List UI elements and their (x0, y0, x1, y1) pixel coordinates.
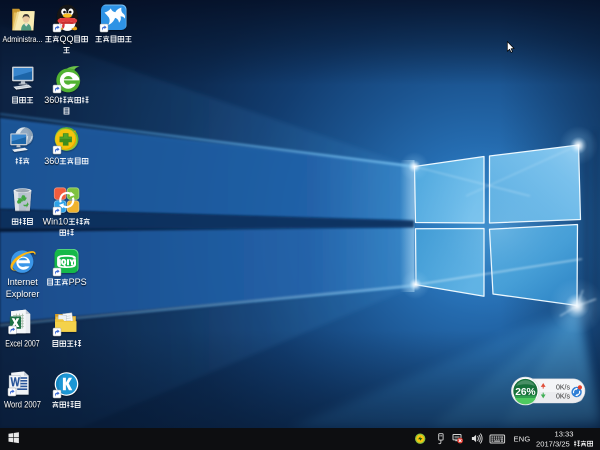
svg-text:0K/s: 0K/s (556, 393, 571, 400)
svg-text:26%: 26% (515, 387, 535, 398)
svg-text:360: 360 (44, 156, 59, 166)
svg-text:0K/s: 0K/s (556, 385, 571, 392)
svg-text:Word 2007: Word 2007 (4, 400, 41, 410)
svg-text:2017/3/25: 2017/3/25 (536, 439, 570, 448)
svg-text:Internet: Internet (7, 277, 38, 287)
svg-text:Win10: Win10 (43, 217, 69, 227)
svg-text:ENG: ENG (514, 434, 531, 443)
svg-text:Excel 2007: Excel 2007 (5, 339, 40, 349)
svg-text:PPS: PPS (69, 277, 87, 287)
svg-text:QQ: QQ (60, 34, 74, 44)
svg-text:Administra...: Administra... (3, 34, 43, 44)
svg-text:360: 360 (44, 95, 59, 105)
svg-text:Explorer: Explorer (6, 289, 40, 299)
svg-text:13:33: 13:33 (554, 430, 573, 439)
